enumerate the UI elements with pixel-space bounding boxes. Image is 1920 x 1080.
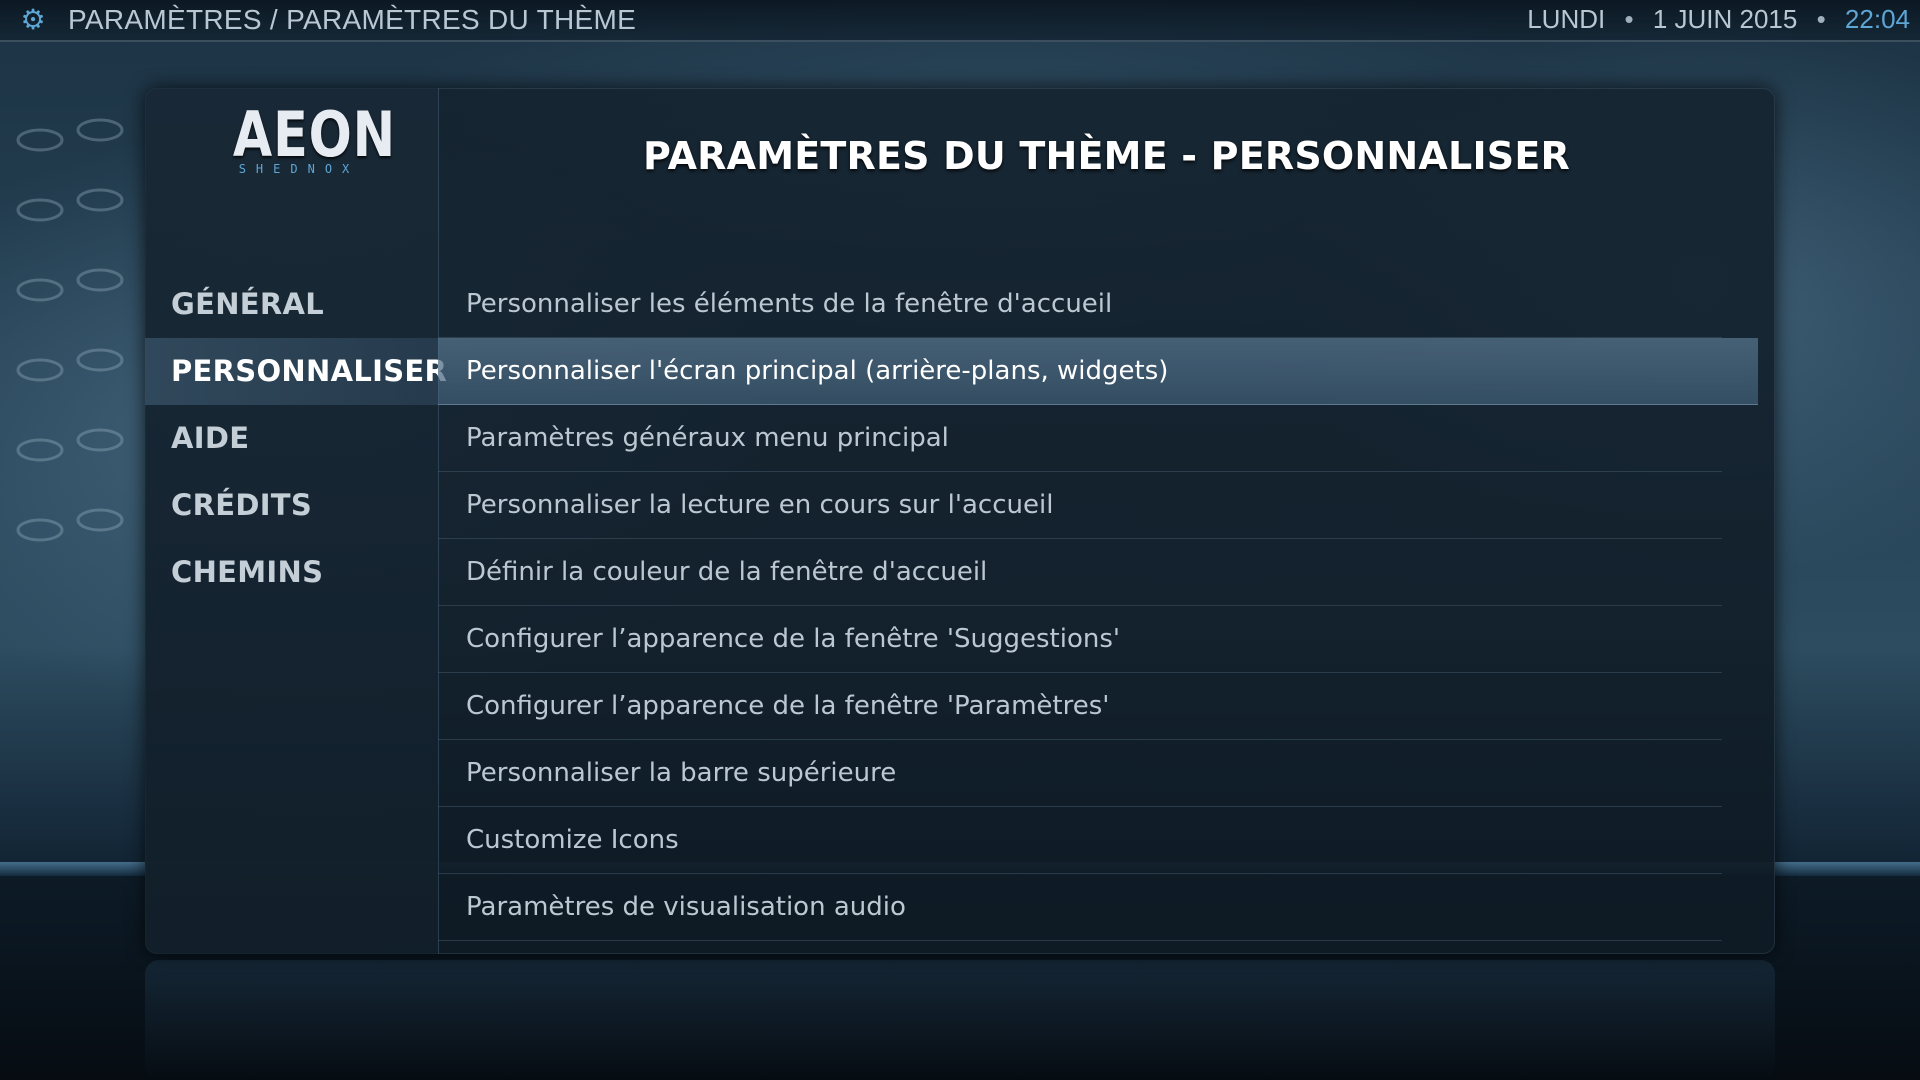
separator-dot: • bbox=[1624, 4, 1634, 34]
clock: 22:04 bbox=[1844, 4, 1910, 34]
sidebar-item-chemins[interactable]: CHEMINS bbox=[145, 539, 438, 606]
date-time: LUNDI • 1 JUIN 2015 • 22:04 bbox=[1527, 4, 1910, 35]
menu-item[interactable]: Définir la couleur de la fenêtre d'accue… bbox=[438, 539, 1722, 606]
sidebar-item-credits[interactable]: CRÉDITS bbox=[145, 472, 438, 539]
settings-menu: Personnaliser les éléments de la fenêtre… bbox=[438, 271, 1758, 941]
aeon-logo: AEON SHEDNOX bbox=[215, 102, 395, 182]
menu-item[interactable]: Configurer l’apparence de la fenêtre 'Pa… bbox=[438, 673, 1722, 740]
menu-item[interactable]: Personnaliser les éléments de la fenêtre… bbox=[438, 271, 1722, 338]
breadcrumb: PARAMÈTRES / PARAMÈTRES DU THÈME bbox=[68, 4, 637, 35]
gear-icon[interactable]: ⚙ bbox=[18, 5, 48, 35]
menu-item[interactable]: Personnaliser la lecture en cours sur l'… bbox=[438, 472, 1722, 539]
sidebar-item-general[interactable]: GÉNÉRAL bbox=[145, 271, 438, 338]
menu-item-selected[interactable]: Personnaliser l'écran principal (arrière… bbox=[438, 338, 1758, 405]
settings-panel: AEON SHEDNOX GÉNÉRAL PERSONNALISER AIDE … bbox=[145, 88, 1775, 954]
date-label: 1 JUIN 2015 bbox=[1652, 4, 1798, 34]
top-bar: ⚙ PARAMÈTRES / PARAMÈTRES DU THÈME LUNDI… bbox=[0, 0, 1920, 42]
panel-reflection bbox=[145, 960, 1775, 1080]
logo-word: AEON bbox=[232, 98, 397, 171]
menu-item[interactable]: Paramètres généraux menu principal bbox=[438, 405, 1722, 472]
menu-item[interactable]: Configurer l’apparence de la fenêtre 'Su… bbox=[438, 606, 1722, 673]
menu-item[interactable]: Personnaliser la barre supérieure bbox=[438, 740, 1722, 807]
menu-item[interactable]: Customize Icons bbox=[438, 807, 1722, 874]
menu-item[interactable]: Paramètres de visualisation audio bbox=[438, 874, 1722, 941]
sidebar: AEON SHEDNOX GÉNÉRAL PERSONNALISER AIDE … bbox=[145, 88, 447, 954]
day-label: LUNDI bbox=[1527, 4, 1606, 34]
separator-dot: • bbox=[1816, 4, 1826, 34]
sidebar-item-aide[interactable]: AIDE bbox=[145, 405, 438, 472]
sidebar-list: GÉNÉRAL PERSONNALISER AIDE CRÉDITS CHEMI… bbox=[145, 271, 447, 606]
sidebar-item-personnaliser[interactable]: PERSONNALISER bbox=[145, 338, 447, 405]
page-title: PARAMÈTRES DU THÈME - PERSONNALISER bbox=[643, 134, 1570, 178]
